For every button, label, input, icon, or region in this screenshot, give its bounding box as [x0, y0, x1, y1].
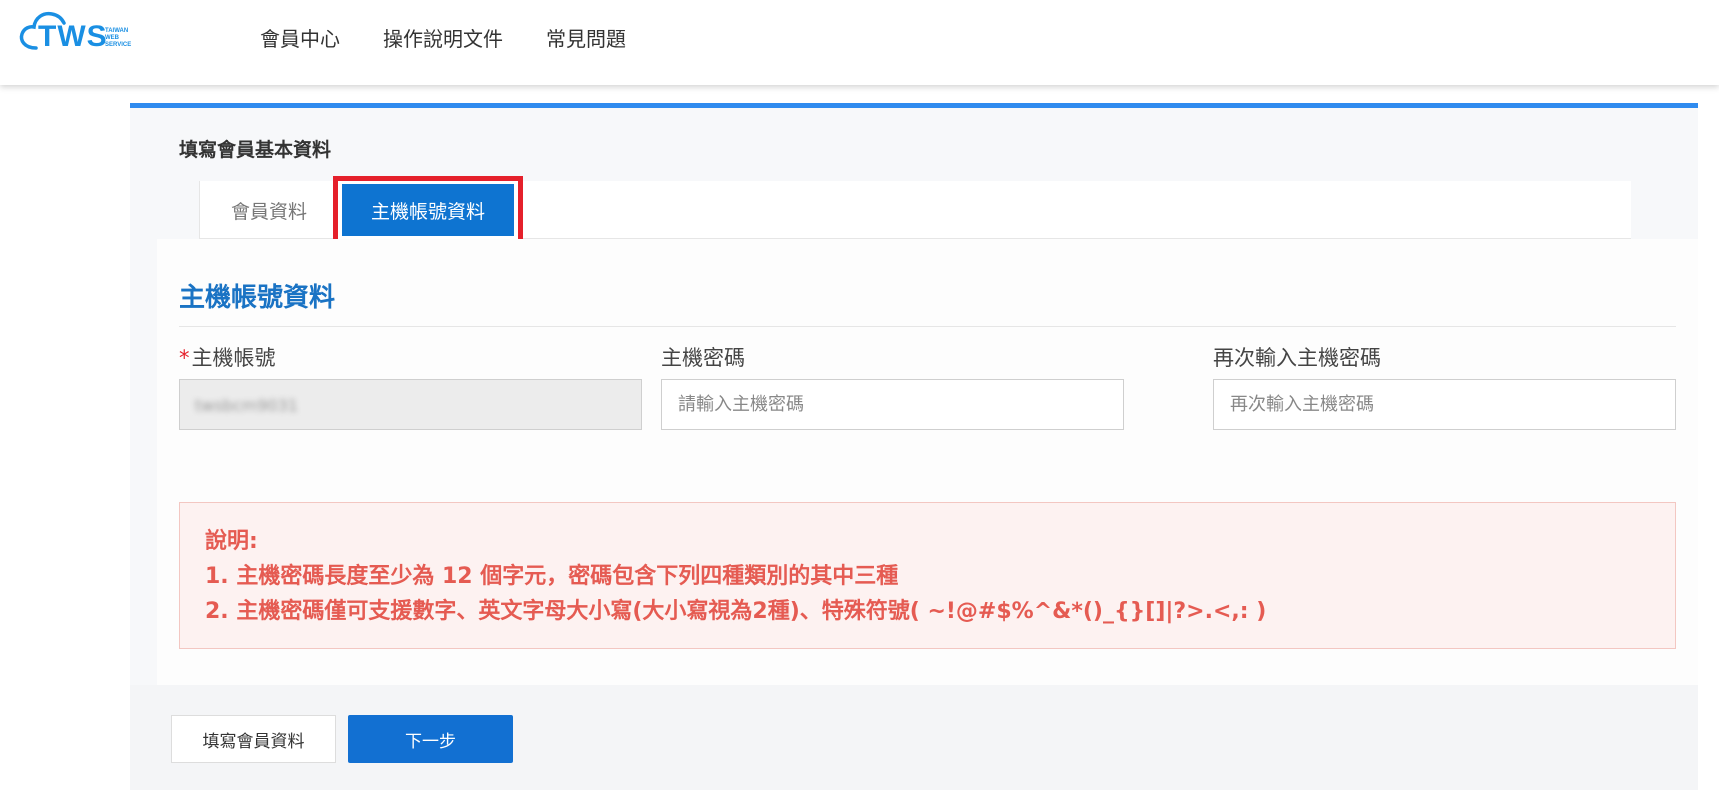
notice-line-1: 1. 主機密碼長度至少為 12 個字元，密碼包含下列四種類別的其中三種 — [205, 564, 899, 589]
password-label: 主機密碼 — [661, 346, 745, 370]
tab-host-account[interactable]: 主機帳號資料 — [333, 176, 523, 244]
tab-member-info[interactable]: 會員資料 — [200, 181, 338, 239]
main-nav: 會員中心 操作說明文件 常見問題 — [260, 24, 626, 54]
next-button[interactable]: 下一步 — [348, 715, 513, 763]
section-title: 主機帳號資料 — [179, 283, 336, 313]
logo-subtext: TAIWAN WEB SERVICE — [105, 28, 132, 48]
back-button[interactable]: 填寫會員資料 — [171, 715, 336, 763]
form-footer: 填寫會員資料 下一步 — [130, 685, 1698, 790]
nav-faq[interactable]: 常見問題 — [546, 24, 626, 54]
password-notice: 說明: 1. 主機密碼長度至少為 12 個字元，密碼包含下列四種類別的其中三種 … — [179, 502, 1676, 649]
notice-line-2: 2. 主機密碼僅可支援數字、英文字母大小寫(大小寫視為2種)、特殊符號( ~!@… — [205, 599, 1267, 624]
account-label: *主機帳號 — [179, 346, 276, 370]
tab-host-account-label: 主機帳號資料 — [342, 184, 514, 236]
account-field — [179, 379, 642, 430]
registration-card: 填寫會員基本資料 會員資料 主機帳號資料 主機帳號資料 *主機帳號 twsbcm… — [130, 103, 1698, 790]
tab-bar: 會員資料 主機帳號資料 — [199, 176, 1631, 244]
password-confirm-label: 再次輸入主機密碼 — [1213, 346, 1381, 370]
nav-docs[interactable]: 操作說明文件 — [383, 24, 503, 54]
nav-member-center[interactable]: 會員中心 — [260, 24, 340, 54]
password-confirm-input[interactable] — [1213, 379, 1676, 430]
top-navigation-bar: TWS TAIWAN WEB SERVICE 會員中心 操作說明文件 常見問題 — [0, 0, 1719, 85]
section-divider — [179, 326, 1676, 327]
password-input[interactable] — [661, 379, 1124, 430]
form-title: 填寫會員基本資料 — [179, 139, 332, 161]
tws-logo[interactable]: TWS TAIWAN WEB SERVICE — [18, 8, 148, 54]
notice-title: 說明: — [205, 529, 258, 554]
host-account-panel: 主機帳號資料 *主機帳號 twsbcm9031 主機密碼 再次輸入主機密碼 說明… — [157, 239, 1698, 685]
required-mark: * — [179, 346, 190, 370]
logo-text: TWS — [38, 20, 108, 53]
